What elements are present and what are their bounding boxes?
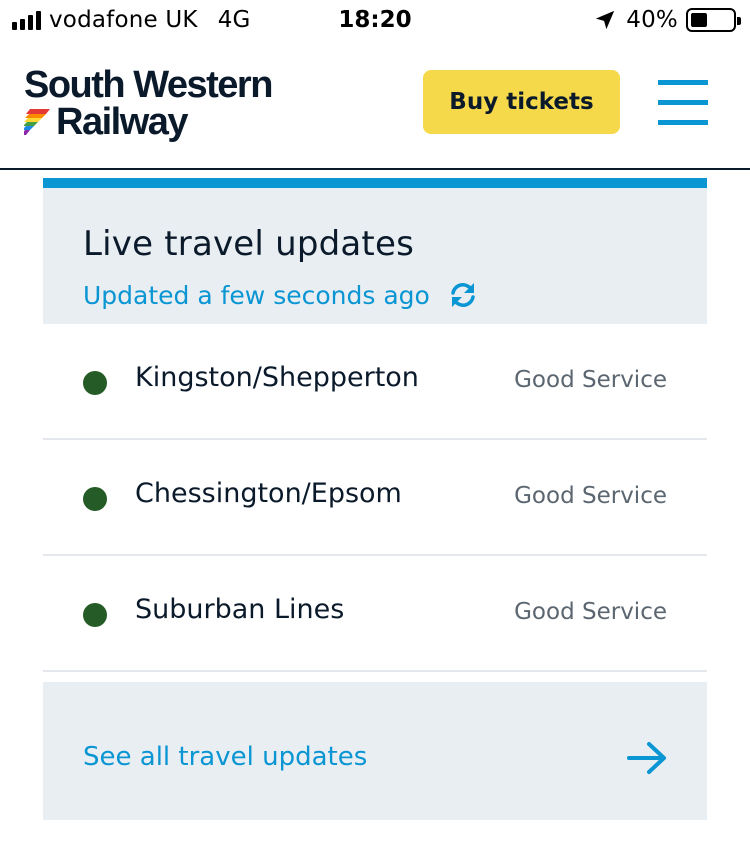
hamburger-menu-icon[interactable] (658, 80, 708, 128)
panel-header: Live travel updates Updated a few second… (43, 188, 707, 324)
line-name: Suburban Lines (135, 594, 345, 625)
line-row[interactable]: Chessington/Epsom Good Service (43, 440, 707, 556)
line-row[interactable]: Kingston/Shepperton Good Service (43, 324, 707, 440)
updated-text: Updated a few seconds ago (83, 280, 430, 310)
battery-icon (686, 8, 741, 32)
line-name: Kingston/Shepperton (135, 362, 419, 393)
status-bar: vodafone UK 4G 18:20 40% (0, 0, 750, 42)
rainbow-stripes-icon (24, 109, 50, 135)
see-all-label: See all travel updates (83, 742, 368, 772)
refresh-icon[interactable] (448, 280, 478, 310)
line-list: Kingston/Shepperton Good Service Chessin… (43, 324, 707, 672)
logo-text-line2: Railway (56, 101, 189, 143)
status-dot-icon (83, 371, 107, 395)
status-dot-icon (83, 603, 107, 627)
battery-percent: 40% (626, 7, 678, 33)
line-status: Good Service (514, 483, 667, 509)
line-status: Good Service (514, 599, 667, 625)
status-dot-icon (83, 487, 107, 511)
line-name: Chessington/Epsom (135, 478, 402, 509)
location-arrow-icon (596, 10, 615, 30)
status-right: 40% (594, 7, 741, 33)
live-travel-panel: Live travel updates Updated a few second… (43, 178, 707, 820)
arrow-right-icon (627, 742, 666, 774)
line-row[interactable]: Suburban Lines Good Service (43, 556, 707, 672)
logo-text-line1: South Western (24, 64, 273, 106)
buy-tickets-button[interactable]: Buy tickets (423, 70, 620, 134)
site-header: South Western Railway Buy tickets (0, 42, 750, 170)
swr-logo[interactable]: South Western Railway (24, 64, 273, 143)
line-status: Good Service (514, 367, 667, 393)
panel-title: Live travel updates (83, 224, 414, 264)
panel-accent-bar (43, 178, 707, 188)
updated-row: Updated a few seconds ago (83, 280, 707, 310)
battery-fill (691, 13, 707, 27)
see-all-travel-updates-link[interactable]: See all travel updates (43, 682, 707, 820)
